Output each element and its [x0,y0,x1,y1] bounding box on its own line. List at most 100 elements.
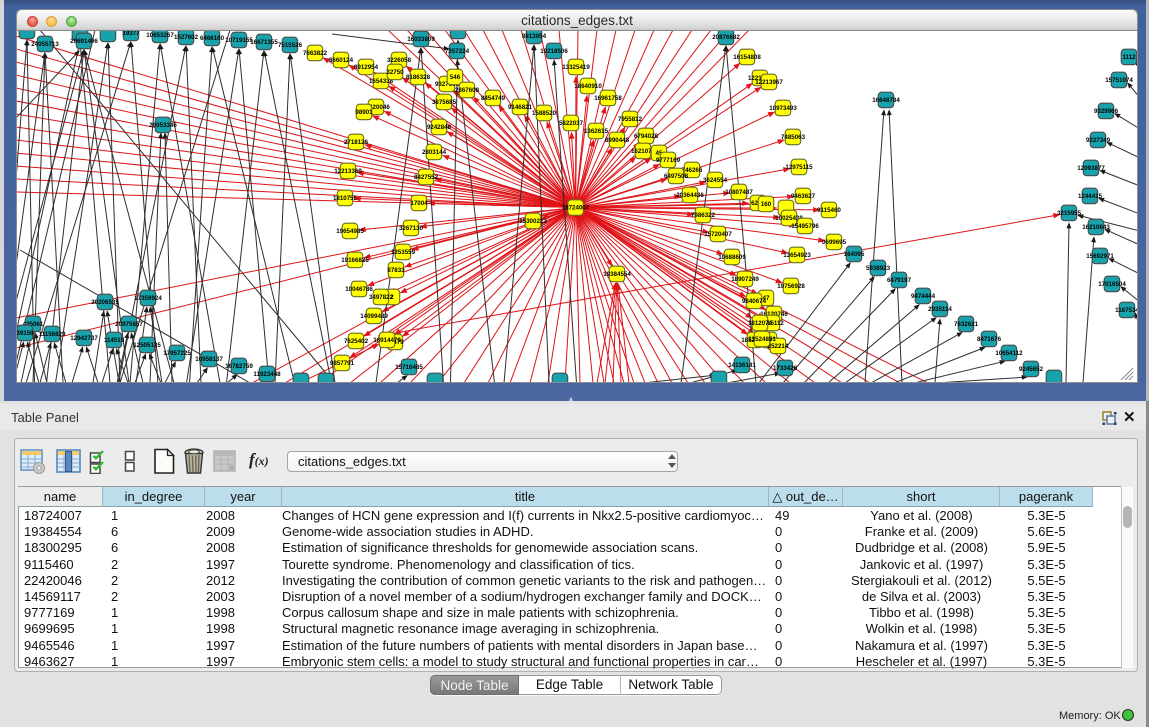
svg-text:10688609: 10688609 [718,254,746,261]
svg-text:10719155: 10719155 [225,37,253,44]
svg-text:114519: 114519 [104,337,125,344]
svg-text:1810755: 1810755 [333,195,358,202]
svg-text:15720407: 15720407 [704,231,732,238]
svg-text:8660124: 8660124 [329,57,354,64]
svg-text:252214: 252214 [768,343,789,350]
svg-text:20975857: 20975857 [115,321,143,328]
svg-text:14099489: 14099489 [360,313,388,320]
svg-text:15692971: 15692971 [1086,253,1114,260]
svg-text:8427552: 8427552 [414,174,439,181]
svg-text:6479197: 6479197 [887,277,912,284]
svg-text:12093877: 12093877 [1077,165,1105,172]
svg-text:9857791: 9857791 [330,360,355,367]
svg-text:11923448: 11923448 [253,371,281,378]
svg-text:1527602: 1527602 [174,34,199,41]
svg-text:1812074: 1812074 [748,320,773,327]
svg-text:8990448: 8990448 [605,137,630,144]
svg-text:9329966: 9329966 [1094,108,1119,115]
svg-text:8471676: 8471676 [977,336,1002,343]
svg-text:3226058: 3226058 [387,57,412,64]
svg-text:87833: 87833 [387,267,405,274]
svg-text:20691406: 20691406 [70,38,98,45]
svg-text:24055713: 24055713 [31,41,59,48]
svg-text:1112: 1112 [1122,54,1136,61]
svg-text:7986322: 7986322 [691,212,716,219]
svg-text:6794028: 6794028 [634,133,659,140]
svg-text:9227349: 9227349 [1086,137,1111,144]
svg-text:7663822: 7663822 [303,50,328,57]
svg-text:19218506: 19218506 [540,48,568,55]
svg-text:9463627: 9463627 [791,193,816,200]
svg-text:26053346: 26053346 [149,122,177,129]
svg-text:2718126: 2718126 [344,139,369,146]
svg-text:1244415: 1244415 [1078,193,1103,200]
svg-text:12213369: 12213369 [334,168,362,175]
svg-text:3875685: 3875685 [432,99,457,106]
svg-text:9840674: 9840674 [742,298,767,305]
svg-text:16961758: 16961758 [594,95,622,102]
svg-text:19654985: 19654985 [336,228,364,235]
svg-text:10654112: 10654112 [995,350,1023,357]
svg-text:98901: 98901 [355,109,373,116]
svg-text:3215955: 3215955 [1057,210,1082,217]
svg-text:10046786: 10046786 [345,286,373,293]
svg-text:1167534: 1167534 [1115,307,1137,314]
svg-text:2803144: 2803144 [422,149,447,156]
svg-text:20206535: 20206535 [91,299,119,306]
svg-text:7357224: 7357224 [445,48,470,55]
svg-text:164095: 164095 [844,251,865,258]
svg-text:1353559: 1353559 [391,249,416,256]
svg-text:19384554: 19384554 [603,271,631,278]
svg-text:3497822: 3497822 [369,294,394,301]
svg-text:10807487: 10807487 [725,189,753,196]
svg-text:7515526: 7515526 [278,42,303,49]
svg-text:12975115: 12975115 [785,164,813,171]
svg-text:8186328: 8186328 [406,74,431,81]
svg-text:18907249: 18907249 [731,276,759,283]
svg-text:546: 546 [450,74,461,81]
svg-text:2867608: 2867608 [455,87,480,94]
svg-text:1362615: 1362615 [584,128,609,135]
svg-text:17359924: 17359924 [134,295,162,302]
svg-text:6466160: 6466160 [200,35,225,42]
svg-text:5938923: 5938923 [866,265,891,272]
svg-text:32750: 32750 [386,69,404,76]
svg-text:13524851: 13524851 [748,336,776,343]
svg-text:8454749: 8454749 [481,95,506,102]
svg-text:9245652: 9245652 [1019,366,1044,373]
svg-text:3267130: 3267130 [399,225,424,232]
svg-text:9115460: 9115460 [817,207,841,214]
svg-text:7625402: 7625402 [344,338,369,345]
svg-text:16782759: 16782759 [225,363,253,370]
svg-text:20364436: 20364436 [676,192,704,199]
svg-text:16210643: 16210643 [1082,224,1110,231]
svg-text:9777169: 9777169 [656,157,681,164]
svg-text:7955812: 7955812 [618,116,643,123]
svg-text:15716485: 15716485 [395,364,423,371]
svg-text:1733426: 1733426 [773,365,798,372]
svg-text:12942737: 12942737 [70,335,98,342]
svg-text:15300213: 15300213 [519,218,547,225]
svg-text:6497508: 6497508 [664,173,689,180]
svg-text:16154808: 16154808 [733,54,761,61]
svg-text:17957225: 17957225 [163,350,191,357]
svg-text:13325419: 13325419 [562,64,590,71]
svg-text:12505135: 12505135 [133,342,161,349]
svg-text:9474444: 9474444 [911,293,936,300]
svg-text:18640910: 18640910 [574,83,602,90]
svg-text:10973493: 10973493 [769,105,797,112]
svg-text:16033809: 16033809 [407,36,435,43]
svg-text:10653267: 10653267 [146,32,174,39]
svg-text:0699695: 0699695 [822,239,847,246]
svg-text:8813054: 8813054 [522,33,547,40]
svg-text:16671355: 16671355 [250,39,278,46]
svg-text:3624554: 3624554 [703,177,728,184]
svg-text:7632621: 7632621 [954,321,979,328]
svg-text:15495796: 15495796 [791,223,819,230]
svg-text:19756928: 19756928 [777,283,805,290]
svg-text:39159: 39159 [17,330,34,337]
svg-text:5822037: 5822037 [559,120,584,127]
svg-text:13654923: 13654923 [783,252,811,259]
svg-text:7485063: 7485063 [781,134,806,141]
svg-text:16914479: 16914479 [373,337,401,344]
